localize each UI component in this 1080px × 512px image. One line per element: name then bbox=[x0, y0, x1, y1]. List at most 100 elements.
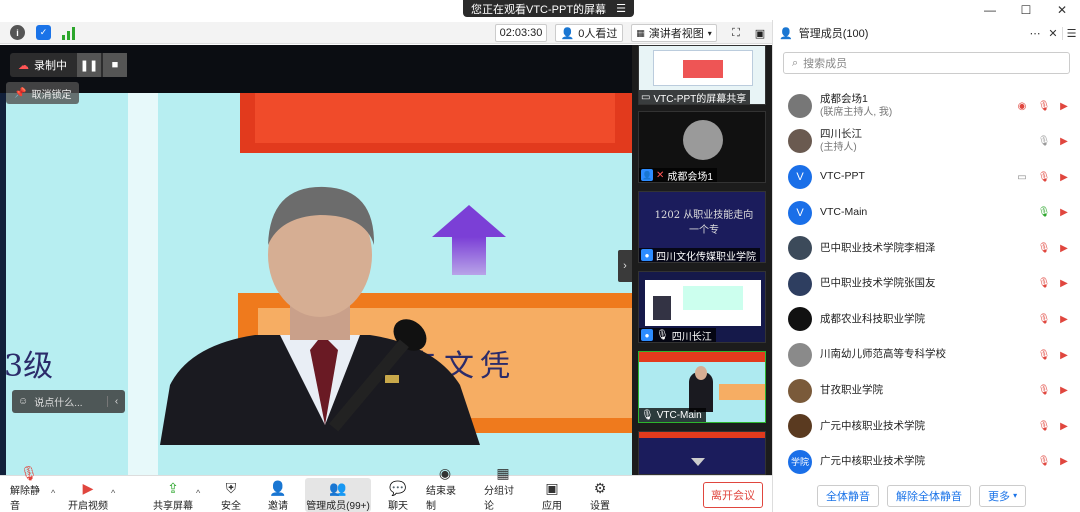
more-icon[interactable]: ⋯ bbox=[1026, 27, 1044, 40]
video-off-icon[interactable]: ▶ bbox=[1057, 456, 1071, 468]
list-item[interactable]: 川南幼儿师范高等专科学校 🎙 ▶ bbox=[773, 337, 1080, 373]
viewers-count: 0人看过 bbox=[578, 28, 618, 40]
breakout-icon: ▦ bbox=[496, 465, 510, 481]
fullscreen-icon[interactable]: ⛶ bbox=[727, 24, 745, 42]
minimize-icon[interactable]: — bbox=[972, 0, 1008, 20]
list-item[interactable]: 四川长江 (主持人) 🎙 ▶ bbox=[773, 124, 1080, 160]
thumbnail-vtc-main[interactable]: 🎙 VTC-Main bbox=[638, 351, 766, 423]
invite-button[interactable]: 👤 邀请 bbox=[265, 478, 291, 512]
search-input[interactable]: ⌕ 搜索成员 bbox=[783, 52, 1070, 74]
chat-button[interactable]: 💬 聊天 bbox=[385, 478, 411, 512]
security-button[interactable]: ⛨ 安全 bbox=[218, 478, 244, 512]
chevron-up-icon[interactable]: ^ bbox=[111, 488, 115, 498]
info-icon[interactable]: i bbox=[10, 25, 25, 40]
chevron-up-icon[interactable]: ^ bbox=[196, 488, 200, 498]
mic-muted-icon: ✕ bbox=[656, 169, 665, 181]
mic-muted-icon[interactable]: 🎙 bbox=[1037, 278, 1051, 290]
list-item[interactable]: 巴中职业技术学院李相泽 🎙 ▶ bbox=[773, 230, 1080, 266]
record-icon: ◉ bbox=[438, 465, 452, 481]
start-video-button[interactable]: ▶ 开启视频 bbox=[68, 478, 108, 512]
viewers-button[interactable]: 👤 0人看过 bbox=[555, 24, 623, 42]
manage-members-button[interactable]: 👥 管理成员(99+) bbox=[305, 478, 371, 512]
screen-share-banner[interactable]: 您正在观看VTC-PPT的屏幕 ☰ bbox=[463, 0, 634, 17]
mic-muted-icon[interactable]: 🎙 bbox=[1037, 385, 1051, 397]
shield-icon[interactable]: ✓ bbox=[36, 25, 51, 40]
speaker-video bbox=[160, 186, 480, 445]
video-off-icon[interactable]: ▶ bbox=[1057, 278, 1071, 290]
mic-muted-icon[interactable]: 🎙 bbox=[1037, 242, 1051, 254]
apps-button[interactable]: ▣ 应用 bbox=[539, 478, 565, 512]
list-item[interactable]: 广元中核职业技术学院 🎙 ▶ bbox=[773, 408, 1080, 444]
avatar bbox=[788, 342, 812, 367]
mic-muted-icon[interactable]: 🎙 bbox=[1037, 420, 1051, 432]
mic-muted-icon[interactable]: 🎙 bbox=[1037, 349, 1051, 361]
thumbnail-sichuan-changjiang[interactable]: ● 🎙 四川长江 bbox=[638, 271, 766, 343]
list-item[interactable]: V VTC-PPT ▭ 🎙 ▶ bbox=[773, 159, 1080, 195]
list-item[interactable]: 成都农业科技职业学院 🎙 ▶ bbox=[773, 302, 1080, 338]
mute-all-button[interactable]: 全体静音 bbox=[817, 484, 879, 507]
more-button[interactable]: 更多 ▾ bbox=[979, 484, 1027, 507]
settings-button[interactable]: ⚙ 设置 bbox=[587, 478, 613, 512]
unmute-all-button[interactable]: 解除全体静音 bbox=[887, 484, 971, 507]
mic-muted-icon[interactable]: 🎙 bbox=[1037, 314, 1051, 326]
breakout-button[interactable]: ▦ 分组讨论 bbox=[484, 465, 522, 512]
chevron-left-icon[interactable]: ‹ bbox=[107, 396, 125, 407]
unlock-button[interactable]: 📌 取消锁定 bbox=[6, 82, 80, 104]
screen-share-icon[interactable]: ▭ bbox=[1015, 171, 1029, 183]
video-off-icon[interactable]: ▶ bbox=[1057, 420, 1071, 432]
signal-icon[interactable] bbox=[62, 26, 76, 40]
stop-record-button[interactable]: ■ bbox=[103, 53, 127, 77]
close-icon[interactable]: ✕ bbox=[1044, 0, 1080, 20]
stop-recording-button[interactable]: ◉ 结束录制 bbox=[426, 465, 464, 512]
chevron-down-icon[interactable] bbox=[691, 458, 705, 466]
member-list: 成都会场1 (联席主持人, 我) ◉ 🎙 ▶ 四川长江 (主持人) 🎙 ▶ V VTC-PPT ▭ 🎙 ▶… bbox=[773, 88, 1080, 478]
emoji-icon[interactable]: ☺ bbox=[18, 396, 28, 407]
list-item[interactable]: 学院 广元中核职业技术学院 🎙 ▶ bbox=[773, 444, 1080, 478]
thumbnail-chengdu[interactable]: 👤 ✕ 成都会场1 bbox=[638, 111, 766, 183]
video-off-icon[interactable]: ▶ bbox=[1057, 242, 1071, 254]
chevron-up-icon[interactable]: ^ bbox=[51, 488, 55, 498]
leave-meeting-button[interactable]: 离开会议 bbox=[703, 482, 763, 508]
layout-icon[interactable]: ▣ bbox=[751, 24, 769, 42]
list-item[interactable]: 成都会场1 (联席主持人, 我) ◉ 🎙 ▶ bbox=[773, 88, 1080, 124]
pause-record-button[interactable]: ❚❚ bbox=[77, 53, 101, 77]
member-name: 广元中核职业技术学院 bbox=[820, 455, 925, 468]
meeting-info-bar: i ✓ 02:03:30 👤 0人看过 ▦ 演讲者视图 ▾ ⛶ ▣ bbox=[0, 22, 772, 44]
list-item[interactable]: 甘孜职业学院 🎙 ▶ bbox=[773, 373, 1080, 409]
video-off-icon[interactable]: ▶ bbox=[1057, 100, 1071, 112]
share-label: 共享屏幕 bbox=[153, 501, 193, 512]
video-off-icon[interactable]: ▶ bbox=[1057, 207, 1071, 219]
list-item[interactable]: V VTC-Main 🎙 ▶ bbox=[773, 195, 1080, 231]
mic-active-icon[interactable]: 🎙 bbox=[1037, 207, 1051, 219]
mic-muted-icon[interactable]: 🎙 bbox=[1037, 100, 1051, 112]
thumbnail-sichuan-culture[interactable]: 1202 从职业技能走向 一个专 ● 四川文化传媒职业学院 bbox=[638, 191, 766, 263]
share-screen-button[interactable]: ⇪ 共享屏幕 bbox=[152, 478, 194, 512]
maximize-icon[interactable]: ☐ bbox=[1008, 0, 1044, 20]
close-icon[interactable]: ✕ bbox=[1044, 27, 1062, 40]
list-item[interactable]: 巴中职业技术学院张国友 🎙 ▶ bbox=[773, 266, 1080, 302]
thumbnail-overlay: 1202 从职业技能走向 一个专 bbox=[654, 210, 754, 236]
thumbnail-vtc-ppt[interactable]: ▭ VTC-PPT的屏幕共享 bbox=[638, 45, 766, 105]
view-mode-dropdown[interactable]: ▦ 演讲者视图 ▾ bbox=[631, 24, 717, 42]
video-off-icon[interactable]: ▶ bbox=[1057, 171, 1071, 183]
thumbnail-more[interactable] bbox=[638, 431, 766, 475]
video-off-icon[interactable]: ▶ bbox=[1057, 349, 1071, 361]
collapse-thumbnails-button[interactable]: › bbox=[618, 250, 632, 282]
video-off-icon[interactable]: ▶ bbox=[1057, 136, 1071, 148]
video-off-icon[interactable]: ▶ bbox=[1057, 385, 1071, 397]
mic-muted-icon[interactable]: 🎙 bbox=[1037, 171, 1051, 183]
member-name: VTC-PPT bbox=[820, 170, 865, 183]
avatar bbox=[788, 236, 812, 261]
member-role: (主持人) bbox=[820, 142, 857, 154]
menu-icon[interactable]: ☰ bbox=[616, 2, 626, 15]
list-icon[interactable]: ☰ bbox=[1062, 26, 1080, 40]
mic-muted-icon[interactable]: 🎙 bbox=[1037, 456, 1051, 468]
eye-icon[interactable]: ◉ bbox=[1015, 100, 1029, 112]
chat-quick-input[interactable]: ☺ 说点什么... ‹ bbox=[12, 390, 125, 413]
member-name: 广元中核职业技术学院 bbox=[820, 419, 925, 432]
unmute-button[interactable]: 🎙 解除静音 bbox=[10, 465, 48, 512]
member-name: 四川长江 bbox=[820, 128, 862, 141]
mic-icon[interactable]: 🎙 bbox=[1037, 136, 1051, 148]
video-off-icon[interactable]: ▶ bbox=[1057, 314, 1071, 326]
thumbnail-caption: VTC-PPT的屏幕共享 bbox=[653, 93, 747, 105]
